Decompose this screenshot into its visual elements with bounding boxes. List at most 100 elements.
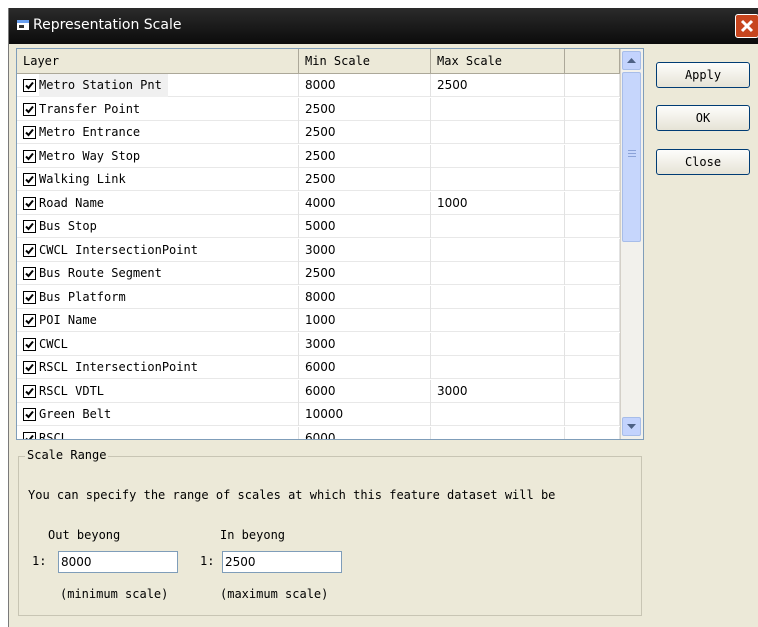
table-row[interactable]: Transfer Point 2500 — [17, 97, 620, 121]
table-scrollbar[interactable] — [620, 49, 643, 439]
table-row[interactable]: Metro Station Pnt 8000 2500 — [17, 74, 620, 97]
max-scale-cell[interactable] — [431, 144, 565, 168]
layer-visible-checkbox[interactable] — [23, 79, 36, 92]
min-scale-cell[interactable]: 6000 — [299, 356, 431, 379]
max-scale-cell[interactable] — [431, 426, 565, 439]
table-row[interactable]: Bus Route Segment 2500 — [17, 262, 620, 285]
layer-visible-checkbox[interactable] — [23, 361, 36, 374]
max-scale-cell[interactable] — [431, 262, 565, 285]
layer-name: Metro Entrance — [39, 125, 141, 139]
scroll-thumb[interactable] — [622, 72, 641, 242]
max-scale-cell[interactable]: 3000 — [431, 379, 565, 403]
table-row[interactable]: POI Name 1000 — [17, 309, 620, 332]
max-scale-input[interactable]: 2500 — [222, 551, 342, 573]
table-row[interactable]: Green Belt 10000 — [17, 403, 620, 426]
checkmark-icon — [25, 410, 34, 419]
ok-button[interactable]: OK — [656, 105, 750, 131]
min-scale-cell[interactable]: 4000 — [299, 191, 431, 215]
layer-visible-checkbox[interactable] — [23, 243, 36, 257]
layer-visible-checkbox[interactable] — [23, 149, 36, 163]
max-scale-cell[interactable]: 2500 — [431, 74, 565, 97]
extra-cell — [565, 168, 620, 191]
layer-visible-checkbox[interactable] — [23, 102, 36, 116]
table-row[interactable]: RSCL IntersectionPoint 6000 — [17, 356, 620, 379]
max-scale-cell[interactable] — [431, 215, 565, 238]
table-row[interactable]: Metro Entrance 2500 — [17, 121, 620, 144]
minimum-scale-hint: (minimum scale) — [60, 587, 169, 601]
layer-name: Bus Stop — [39, 219, 97, 233]
close-window-button[interactable] — [735, 14, 758, 38]
table-row[interactable]: Metro Way Stop 2500 — [17, 144, 620, 168]
max-scale-cell[interactable] — [431, 309, 565, 332]
min-scale-cell[interactable]: 8000 — [299, 285, 431, 309]
checkmark-icon — [25, 81, 34, 90]
max-scale-cell[interactable] — [431, 403, 565, 426]
title-bar[interactable]: Representation Scale — [9, 8, 758, 44]
min-scale-cell[interactable]: 6000 — [299, 426, 431, 439]
table-row[interactable]: Bus Platform 8000 — [17, 285, 620, 309]
layer-name: RSCL — [39, 430, 68, 440]
table-row[interactable]: CWCL IntersectionPoint 3000 — [17, 238, 620, 262]
min-scale-cell[interactable]: 2500 — [299, 168, 431, 191]
layer-visible-checkbox[interactable] — [23, 314, 36, 327]
table-row[interactable]: RSCL 6000 — [17, 426, 620, 440]
checkmark-icon — [25, 387, 34, 395]
layer-cell: RSCL IntersectionPoint — [17, 356, 299, 379]
max-scale-cell[interactable] — [431, 356, 565, 379]
extra-cell — [565, 309, 620, 332]
min-scale-cell[interactable]: 1000 — [299, 309, 431, 332]
min-scale-cell[interactable]: 2500 — [299, 144, 431, 168]
min-scale-cell[interactable]: 5000 — [299, 215, 431, 238]
extra-cell — [565, 74, 620, 97]
min-scale-cell[interactable]: 8000 — [299, 74, 431, 97]
column-header-max-scale[interactable]: Max Scale — [431, 49, 565, 73]
layer-visible-checkbox[interactable] — [23, 173, 36, 186]
scroll-up-button[interactable] — [622, 51, 641, 70]
layer-cell: Green Belt — [17, 403, 299, 426]
layer-name: Walking Link — [39, 172, 126, 186]
min-scale-cell[interactable]: 2500 — [299, 121, 431, 144]
scroll-down-button[interactable] — [622, 417, 641, 436]
column-header-layer[interactable]: Layer — [17, 49, 299, 73]
apply-button[interactable]: Apply — [656, 62, 750, 88]
table-row[interactable]: Bus Stop 5000 — [17, 215, 620, 238]
table-row[interactable]: CWCL 3000 — [17, 332, 620, 356]
max-scale-cell[interactable] — [431, 97, 565, 121]
checkmark-icon — [25, 293, 34, 301]
max-scale-cell[interactable]: 1000 — [431, 191, 565, 215]
layer-name: Metro Station Pnt — [39, 74, 168, 97]
max-scale-cell[interactable] — [431, 238, 565, 262]
max-scale-cell[interactable] — [431, 121, 565, 144]
table-row[interactable]: Road Name 4000 1000 — [17, 191, 620, 215]
layer-name: Road Name — [39, 195, 105, 210]
table-row[interactable]: RSCL VDTL 6000 3000 — [17, 379, 620, 403]
extra-cell — [565, 332, 620, 356]
max-scale-cell[interactable] — [431, 285, 565, 309]
max-scale-cell[interactable] — [431, 332, 565, 356]
min-scale-cell[interactable]: 10000 — [299, 403, 431, 426]
layer-visible-checkbox[interactable] — [23, 220, 36, 233]
layer-visible-checkbox[interactable] — [23, 431, 36, 439]
column-header-min-scale[interactable]: Min Scale — [299, 49, 431, 73]
layer-visible-checkbox[interactable] — [23, 126, 36, 139]
max-scale-cell[interactable] — [431, 168, 565, 191]
min-scale-cell[interactable]: 2500 — [299, 262, 431, 285]
layer-visible-checkbox[interactable] — [23, 290, 36, 304]
close-button[interactable]: Close — [656, 149, 750, 175]
window-icon — [16, 18, 30, 32]
layer-visible-checkbox[interactable] — [23, 337, 36, 351]
min-scale-cell[interactable]: 3000 — [299, 332, 431, 356]
extra-cell — [565, 144, 620, 168]
layer-visible-checkbox[interactable] — [23, 384, 36, 398]
checkmark-icon — [25, 175, 34, 184]
layer-visible-checkbox[interactable] — [23, 196, 36, 210]
min-scale-cell[interactable]: 2500 — [299, 97, 431, 121]
layer-visible-checkbox[interactable] — [23, 267, 36, 280]
min-scale-input[interactable]: 8000 — [58, 551, 178, 573]
min-scale-cell[interactable]: 6000 — [299, 379, 431, 403]
layer-scale-table[interactable]: Layer Min Scale Max Scale Metro Station … — [16, 48, 644, 440]
layer-visible-checkbox[interactable] — [23, 408, 36, 421]
checkmark-icon — [25, 434, 34, 439]
table-row[interactable]: Walking Link 2500 — [17, 168, 620, 191]
min-scale-cell[interactable]: 3000 — [299, 238, 431, 262]
